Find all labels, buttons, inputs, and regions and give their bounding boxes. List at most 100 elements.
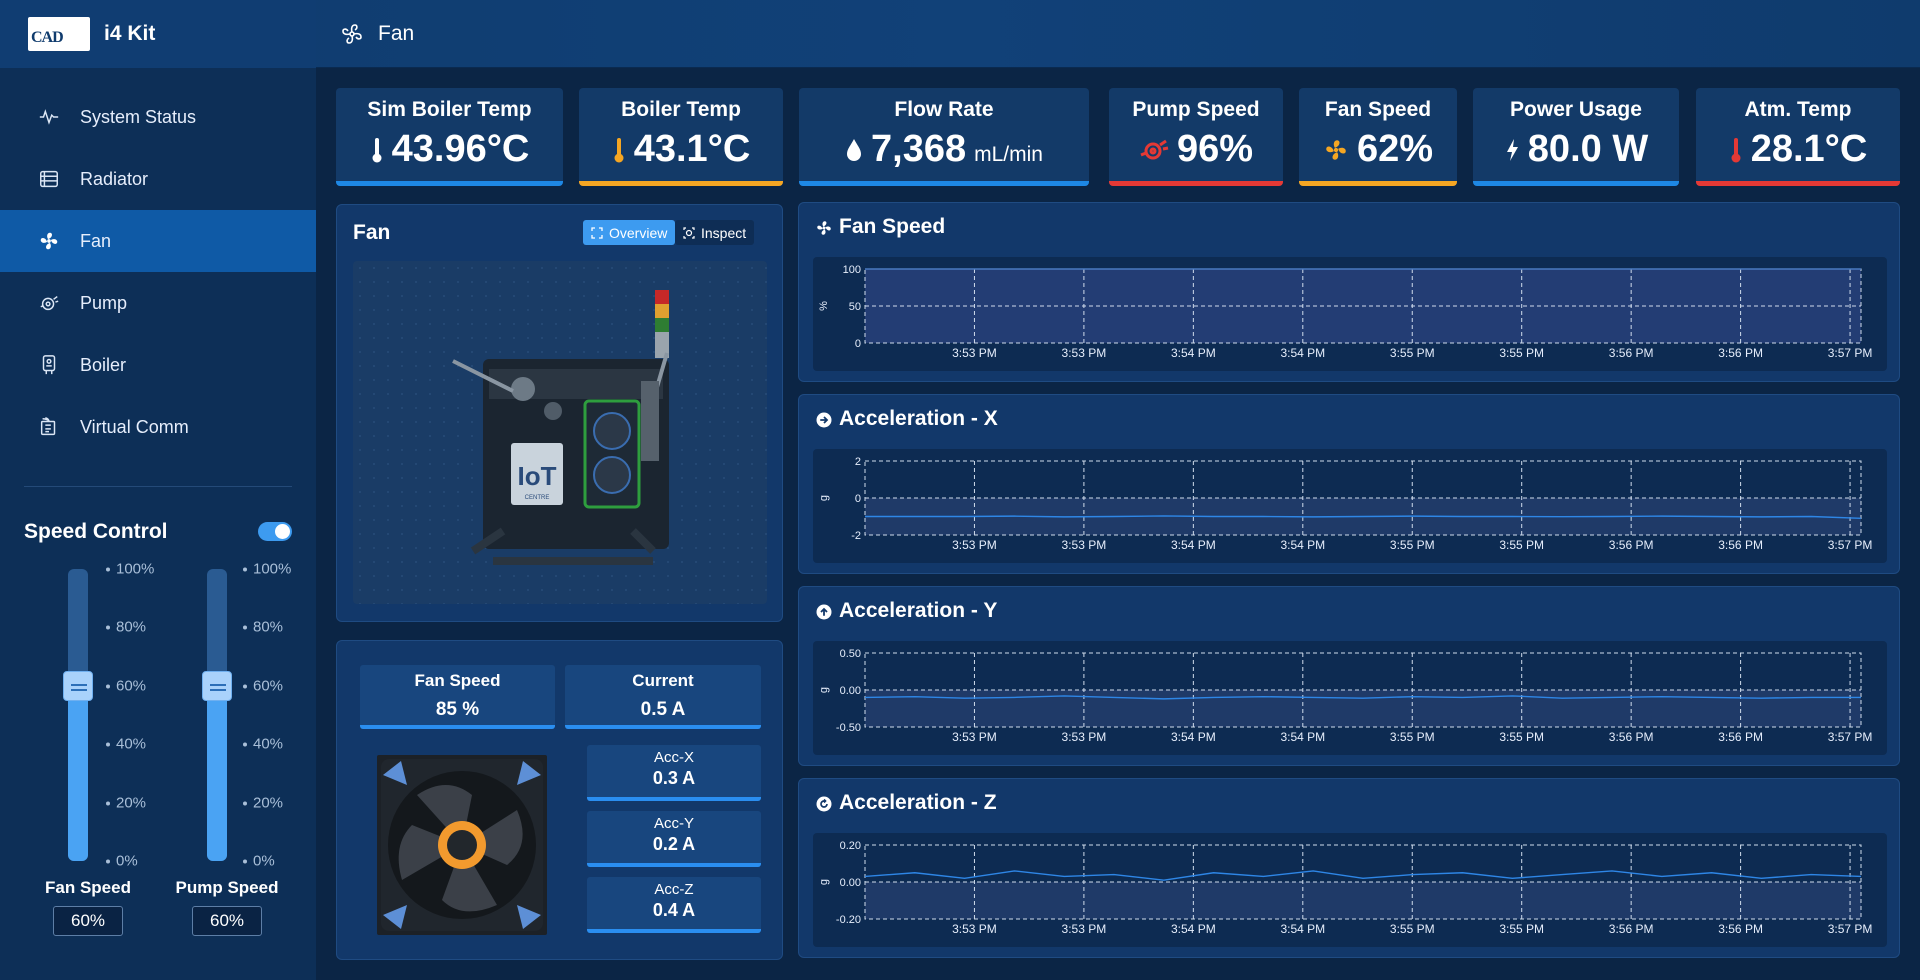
x-tick-label: 3:56 PM: [1609, 346, 1654, 360]
tick-label: 40%: [243, 736, 283, 753]
chart-panel-fan-speed: Fan Speed 3:53 PM 3:53 PM 3:54 PM 3:54 PM 3:…: [798, 202, 1900, 382]
sidebar-item-radiator[interactable]: Radiator: [0, 148, 316, 210]
fan-speed-label: Fan Speed: [45, 878, 131, 897]
chart-title: Fan Speed: [839, 215, 946, 238]
y-tick-label: 0.20: [840, 840, 861, 852]
sidebar-item-boiler[interactable]: Boiler: [0, 334, 316, 396]
x-tick-label: 3:56 PM: [1609, 922, 1654, 936]
arrow-up-circle-icon: [816, 604, 832, 620]
chart-panel-acc-y: Acceleration - Y 3:53 PM 3:53 PM 3:54 PM 3:…: [798, 586, 1900, 766]
kpi-unit: mL/min: [974, 143, 1043, 166]
chart-panel-acc-x: Acceleration - X 3:53 PM 3:53 PM 3:54 PM 3:…: [798, 394, 1900, 574]
kpi-bar: [1299, 181, 1457, 186]
sidebar-item-label: Boiler: [80, 354, 127, 375]
tick-label: 100%: [243, 561, 291, 578]
sidebar-item-fan[interactable]: Fan: [0, 210, 316, 272]
pump-speed-value[interactable]: 60%: [192, 906, 262, 936]
metric-label: Current: [632, 671, 694, 690]
brand[interactable]: CAD i4 Kit: [0, 0, 316, 68]
kpi-value: 80.0 W: [1527, 128, 1649, 170]
divider: [24, 486, 292, 487]
boiler-icon: [42, 355, 56, 375]
pump-speed-slider[interactable]: [202, 569, 232, 861]
pump-speed-slider-thumb[interactable]: [202, 670, 232, 701]
kpi-title: Atm. Temp: [1744, 98, 1852, 121]
fan-panel-title: Fan: [353, 221, 391, 244]
kpi-bar: [799, 181, 1089, 186]
x-tick-label: 3:53 PM: [952, 730, 997, 744]
fan-speed-metric: Fan Speed 85 %: [360, 665, 555, 729]
x-tick-label: 3:54 PM: [1280, 538, 1325, 552]
acceleration-y-chart[interactable]: 3:53 PM 3:53 PM 3:54 PM 3:54 PM 3:55 PM 3:55 …: [813, 641, 1887, 755]
kpi-value: 28.1°C: [1750, 128, 1868, 170]
tick-label: 40%: [106, 736, 146, 753]
kpi-atm-temp: Atm. Temp 28.1°C: [1696, 88, 1900, 186]
page-title: Fan: [378, 22, 415, 45]
fan-icon: [342, 24, 362, 44]
acceleration-x-chart[interactable]: 3:53 PM 3:53 PM 3:54 PM 3:54 PM 3:55 PM 3:55 …: [813, 449, 1887, 563]
kpi-boiler-temp: Boiler Temp 43.1°C: [579, 88, 783, 186]
kpi-bar: [579, 181, 783, 186]
x-tick-label: 3:53 PM: [952, 538, 997, 552]
sidebar-item-pump[interactable]: Pump: [0, 272, 316, 334]
sidebar: System Status Radiator Fan Pump Boiler V…: [0, 68, 316, 980]
page-header: Fan: [340, 0, 414, 68]
brand-logo-text: CAD: [31, 29, 64, 46]
sidebar-item-label: System Status: [80, 106, 197, 127]
acc-y-metric: Acc-Y 0.2 A: [587, 811, 761, 867]
negative-region: [865, 690, 1861, 727]
speed-control-toggle[interactable]: [258, 522, 292, 541]
y-tick-label: 50: [849, 301, 861, 313]
chart-panel-acc-z: Acceleration - Z 3:53 PM 3:53 PM 3:54 PM 3:…: [798, 778, 1900, 958]
acc-z-metric: Acc-Z 0.4 A: [587, 877, 761, 933]
overview-button[interactable]: Overview: [583, 220, 676, 245]
overview-label: Overview: [609, 224, 668, 241]
top-bar: CAD i4 Kit Fan: [0, 0, 1920, 68]
fan-icon: [40, 232, 58, 250]
kpi-value: 62%: [1356, 128, 1434, 170]
x-tick-label: 3:56 PM: [1718, 538, 1763, 552]
app-root: CAD i4 Kit Fan System Status Radiator Fa…: [0, 0, 1920, 980]
kpi-title: Flow Rate: [894, 98, 994, 121]
kpi-bar: [1696, 181, 1900, 186]
kpi-title: Sim Boiler Temp: [367, 98, 532, 121]
radiator-icon: [40, 170, 58, 188]
pump-speed-ticks: 100% 80% 60% 40% 20% 0%: [243, 561, 303, 870]
kpi-title: Power Usage: [1510, 98, 1642, 121]
kpi-bar: [1473, 181, 1679, 186]
droplet-icon: [847, 138, 862, 161]
chart-title: Acceleration - Z: [839, 791, 997, 814]
comm-icon: [40, 417, 56, 436]
metric-bar: [565, 725, 761, 729]
kpi-power-usage: Power Usage 80.0 W: [1473, 88, 1679, 186]
app-name: i4 Kit: [104, 22, 156, 45]
pump-icon: [40, 295, 59, 311]
kpi-bar: [336, 181, 563, 186]
y-tick-label: 2: [855, 456, 861, 468]
fan-speed-slider-fill: [68, 685, 88, 861]
kpi-title: Pump Speed: [1132, 98, 1260, 121]
arrow-right-circle-icon: [816, 412, 832, 428]
sidebar-item-system-status[interactable]: System Status: [0, 86, 316, 148]
fan-speed-value[interactable]: 60%: [53, 906, 123, 936]
fan-speed-chart[interactable]: 3:53 PM 3:53 PM 3:54 PM 3:54 PM 3:55 PM 3:55 …: [813, 257, 1887, 371]
fan-icon: [817, 221, 831, 235]
x-tick-label: 3:54 PM: [1280, 922, 1325, 936]
fan-speed-slider[interactable]: [63, 569, 93, 861]
inspect-button[interactable]: Inspect: [675, 220, 755, 245]
y-axis-label: g: [818, 687, 830, 693]
device-view[interactable]: IoT CENTRE: [353, 261, 767, 604]
y-axis-label: %: [818, 301, 830, 311]
kpi-value: 96%: [1176, 128, 1254, 170]
device-valve: [511, 377, 535, 401]
sidebar-item-virtual-comm[interactable]: Virtual Comm: [0, 396, 316, 458]
fan-photo: [377, 755, 547, 935]
kpi-sim-boiler-temp: Sim Boiler Temp 43.96°C: [336, 88, 563, 186]
fan-speed-slider-thumb[interactable]: [63, 670, 93, 701]
x-tick-label: 3:53 PM: [1062, 538, 1107, 552]
acceleration-z-chart[interactable]: 3:53 PM 3:53 PM 3:54 PM 3:54 PM 3:55 PM 3:55 …: [813, 833, 1887, 947]
brand-logo: CAD: [28, 17, 90, 51]
y-axis-label: g: [818, 495, 830, 501]
device-tank: [641, 381, 659, 461]
y-tick-label: 0: [855, 493, 861, 505]
